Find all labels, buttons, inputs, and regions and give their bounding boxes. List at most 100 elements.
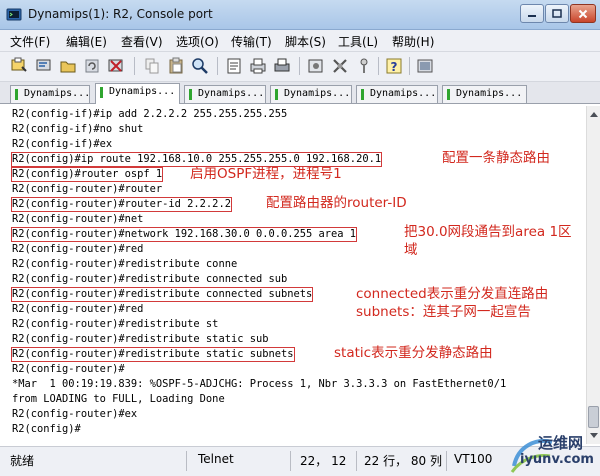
vertical-scrollbar[interactable] — [586, 106, 600, 444]
print-preview-button[interactable] — [224, 56, 244, 76]
connected-indicator-icon — [100, 87, 103, 98]
find-button[interactable] — [190, 56, 210, 76]
disconnect-button[interactable] — [106, 56, 126, 76]
console-line: R2(config-router)# — [12, 363, 125, 375]
minimize-icon — [528, 14, 536, 17]
gear-icon — [333, 59, 347, 73]
console-line: R2(config-if)#ip add 2.2.2.2 255.255.255… — [12, 108, 288, 120]
disconnect-icon — [108, 59, 123, 72]
menu-bar: 文件(F) 编辑(E) 查看(V) 选项(O) 传输(T) 脚本(S) 工具(L… — [0, 30, 600, 52]
paste-button[interactable] — [166, 56, 186, 76]
print-setup-icon — [250, 58, 266, 74]
session-tab[interactable]: Dynamips... — [184, 85, 266, 103]
session-button[interactable] — [58, 56, 78, 76]
menu-options[interactable]: 选项(O) — [176, 33, 219, 50]
session-options-button[interactable] — [306, 56, 326, 76]
info-icon — [417, 59, 433, 73]
watermark-name: 运维网 — [538, 434, 584, 452]
session-tab[interactable]: Dynamips... — [356, 85, 438, 103]
close-button[interactable] — [570, 4, 596, 23]
session-tab[interactable]: Dynamips... — [10, 85, 90, 103]
console-line: R2(config-router)#redistribute st — [12, 318, 219, 330]
annotation-static: static表示重分发静态路由 — [334, 345, 493, 361]
status-terminal-size: 22 行， 80 列 — [364, 454, 442, 468]
connected-indicator-icon — [361, 89, 364, 100]
console-line: R2(config-router)#redistribute static su… — [12, 333, 269, 345]
console-line: R2(config-router)#redistribute conne — [12, 258, 238, 270]
session-tab-active[interactable]: Dynamips... — [95, 83, 180, 104]
session-tab[interactable]: Dynamips... — [442, 85, 527, 103]
console-line: from LOADING to FULL, Loading Done — [12, 393, 225, 405]
quick-connect-icon — [36, 59, 51, 71]
connect-button[interactable] — [9, 56, 29, 76]
session-tab-label: Dynamips... — [370, 88, 437, 99]
quick-connect-button[interactable] — [34, 56, 54, 76]
console-line: R2(config-router)#red — [12, 243, 144, 255]
console-line-highlighted: R2(config-router)#router-id 2.2.2.2 — [11, 197, 232, 212]
close-icon — [578, 9, 588, 18]
console-line: R2(config)# — [12, 423, 81, 435]
global-options-button[interactable] — [330, 56, 350, 76]
minimize-button[interactable] — [520, 4, 544, 23]
connected-indicator-icon — [275, 89, 278, 100]
search-icon — [192, 58, 208, 74]
status-divider — [356, 451, 357, 471]
console-line: R2(config-if)#ex — [12, 138, 113, 150]
settings-icon — [308, 59, 323, 73]
annotation-router-id: 配置路由器的router-ID — [266, 195, 407, 211]
help-button[interactable]: ? — [384, 56, 404, 76]
console-line: *Mar 1 00:19:19.839: %OSPF-5-ADJCHG: Pro… — [12, 378, 507, 390]
session-tab-label: Dynamips... — [456, 88, 523, 99]
maximize-icon — [552, 8, 562, 18]
status-divider — [446, 451, 447, 471]
annotation-static-route: 配置一条静态路由 — [442, 150, 550, 166]
keymap-button[interactable] — [354, 56, 374, 76]
menu-view[interactable]: 查看(V) — [121, 33, 163, 50]
session-tab-label: Dynamips... — [24, 88, 90, 99]
title-bar: Dynamips(1): R2, Console port — [0, 0, 600, 30]
menu-file[interactable]: 文件(F) — [10, 33, 50, 50]
scrollbar-thumb[interactable] — [588, 406, 599, 428]
key-icon — [360, 58, 368, 73]
menu-edit[interactable]: 编辑(E) — [66, 33, 107, 50]
chevron-up-icon — [590, 112, 598, 117]
status-cursor-position: 22， 12 — [300, 454, 347, 468]
reconnect-button[interactable] — [82, 56, 102, 76]
menu-transfer[interactable]: 传输(T) — [231, 33, 272, 50]
menu-script[interactable]: 脚本(S) — [285, 33, 326, 50]
scroll-up-button[interactable] — [588, 107, 600, 121]
window-title: Dynamips(1): R2, Console port — [28, 7, 213, 21]
session-tab-label: Dynamips... — [109, 86, 176, 97]
session-tab[interactable]: Dynamips... — [270, 85, 352, 103]
paste-icon — [169, 57, 183, 74]
menu-help[interactable]: 帮助(H) — [392, 33, 434, 50]
about-button[interactable] — [415, 56, 435, 76]
annotation-connected-line2: subnets：连其子网一起宣告 — [356, 304, 531, 320]
status-state: 就绪 — [10, 454, 35, 468]
terminal-app-icon — [6, 8, 22, 21]
annotation-network-line2: 域 — [404, 242, 418, 258]
status-protocol: Telnet — [198, 452, 234, 466]
print-setup-button[interactable] — [248, 56, 268, 76]
toolbar: ? — [0, 52, 600, 82]
terminal-console[interactable]: R2(config-if)#ip add 2.2.2.2 255.255.255… — [6, 106, 586, 444]
console-line: R2(config-router)#redistribute connected… — [12, 273, 288, 285]
console-line: R2(config-if)#no shut — [12, 123, 144, 135]
console-line-highlighted: R2(config-router)#redistribute connected… — [10, 287, 314, 302]
folder-icon — [60, 61, 76, 73]
annotation-ospf-process: 启用OSPF进程，进程号1 — [190, 166, 342, 182]
console-line-highlighted: R2(config)#ip route 192.168.10.0 255.255… — [10, 152, 383, 167]
maximize-button[interactable] — [545, 4, 569, 23]
toolbar-separator — [378, 57, 379, 75]
connected-indicator-icon — [15, 89, 18, 100]
toolbar-separator — [217, 57, 218, 75]
status-divider — [186, 451, 187, 471]
copy-button[interactable] — [142, 56, 162, 76]
reconnect-icon — [85, 59, 99, 73]
menu-tools[interactable]: 工具(L) — [338, 33, 378, 50]
toolbar-separator — [299, 57, 300, 75]
console-line-highlighted: R2(config)#router ospf 1 — [10, 167, 164, 182]
print-preview-icon — [227, 58, 241, 74]
annotation-network-line1: 把30.0网段通告到area 1区 — [404, 224, 572, 240]
print-button[interactable] — [272, 56, 292, 76]
